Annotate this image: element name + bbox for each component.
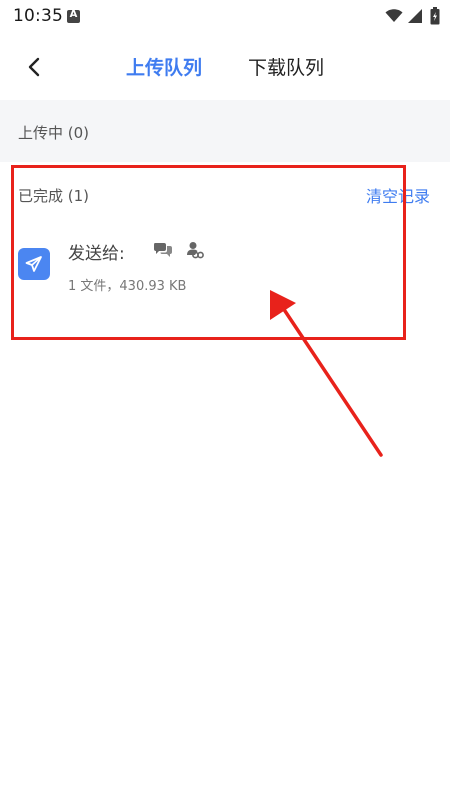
header: 上传队列 下载队列 — [0, 34, 450, 100]
completed-label: 已完成 (1) — [18, 187, 90, 205]
status-bar: 10:35 A — [0, 0, 450, 34]
completed-section: 已完成 (1) 清空记录 发送给: 1 文件，430.93 KB — [0, 162, 450, 340]
back-button[interactable] — [18, 50, 52, 84]
record-title: 发送给: — [68, 244, 125, 264]
battery-icon — [430, 7, 440, 25]
upload-queue-screen: 10:35 A 上传队列 下载队列 上传中 (0) 已完成 (1) 清空记录 发… — [0, 0, 450, 800]
record-meta: 1 文件，430.93 KB — [68, 279, 187, 294]
tab-upload-queue[interactable]: 上传队列 — [126, 53, 202, 80]
send-icon — [18, 248, 50, 280]
chat-bubbles-icon — [154, 243, 172, 257]
clear-records-button[interactable]: 清空记录 — [366, 183, 430, 207]
status-time: 10:35 — [13, 6, 63, 26]
signal-icon — [408, 9, 422, 23]
empty-content-area — [0, 340, 450, 800]
group-link-icon — [187, 242, 204, 259]
chevron-left-icon — [28, 57, 40, 77]
uploading-section: 上传中 (0) — [0, 100, 450, 162]
wifi-icon — [385, 9, 403, 22]
list-item[interactable]: 发送给: 1 文件，430.93 KB — [0, 228, 450, 308]
a-letter-icon: A — [67, 9, 80, 23]
uploading-label: 上传中 (0) — [18, 124, 90, 142]
tab-download-queue[interactable]: 下载队列 — [248, 53, 324, 80]
